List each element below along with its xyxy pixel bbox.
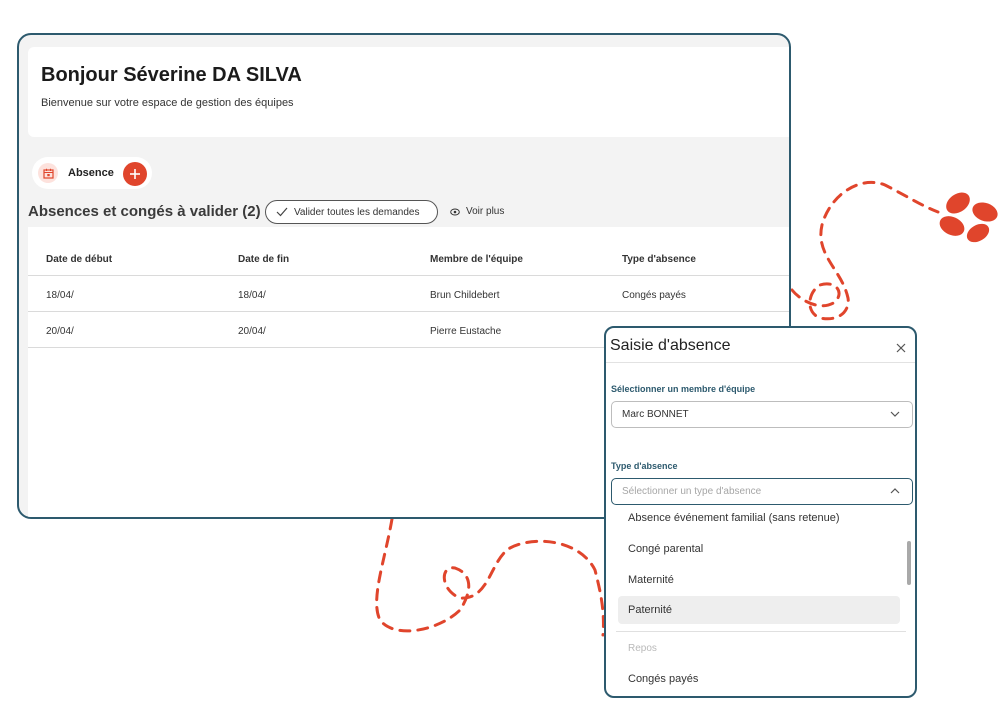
cell-member: Pierre Eustache bbox=[430, 326, 502, 337]
modal-title: Saisie d'absence bbox=[610, 337, 731, 354]
cell-start-date: 20/04/ bbox=[46, 326, 74, 337]
column-header-member: Membre de l'équipe bbox=[430, 254, 523, 265]
calendar-icon bbox=[38, 163, 58, 183]
dropdown-option-highlighted[interactable]: Paternité bbox=[628, 604, 672, 616]
member-select[interactable]: Marc BONNET bbox=[611, 401, 913, 428]
table-divider bbox=[28, 275, 789, 276]
modal-divider bbox=[606, 362, 915, 363]
section-title: Absences et congés à valider (2) bbox=[28, 203, 261, 220]
cell-type: Congés payés bbox=[622, 290, 686, 301]
clover-logo-icon bbox=[939, 192, 998, 243]
dropdown-separator bbox=[616, 631, 906, 632]
dropdown-scrollbar[interactable] bbox=[907, 541, 911, 585]
cell-end-date: 20/04/ bbox=[238, 326, 266, 337]
dropdown-option[interactable]: Congé parental bbox=[628, 543, 703, 555]
member-field-label: Sélectionner un membre d'équipe bbox=[611, 384, 756, 394]
column-header-end-date: Date de fin bbox=[238, 254, 290, 265]
add-absence-button[interactable] bbox=[123, 162, 147, 186]
dropdown-option[interactable]: Absence événement familial (sans retenue… bbox=[628, 512, 840, 524]
eye-icon bbox=[450, 208, 460, 215]
absence-type-select[interactable]: Sélectionner un type d'absence bbox=[611, 478, 913, 505]
type-field-label: Type d'absence bbox=[611, 461, 678, 471]
table-divider bbox=[28, 311, 789, 312]
header-card: Bonjour Séverine DA SILVA Bienvenue sur … bbox=[28, 47, 789, 137]
cell-member: Brun Childebert bbox=[430, 290, 500, 301]
column-header-start-date: Date de début bbox=[46, 254, 113, 265]
page-title: Bonjour Séverine DA SILVA bbox=[41, 64, 302, 86]
see-more-link[interactable]: Voir plus bbox=[450, 206, 504, 217]
member-select-value: Marc BONNET bbox=[622, 409, 689, 420]
absence-chip-label: Absence bbox=[68, 167, 114, 179]
chevron-down-icon bbox=[890, 411, 900, 417]
dropdown-option[interactable]: Congés payés bbox=[628, 673, 698, 685]
chevron-up-icon bbox=[890, 488, 900, 494]
validate-all-label: Valider toutes les demandes bbox=[294, 206, 420, 218]
cell-end-date: 18/04/ bbox=[238, 290, 266, 301]
plus-icon bbox=[130, 169, 140, 179]
close-icon bbox=[896, 343, 906, 353]
absence-entry-modal: Saisie d'absence Sélectionner un membre … bbox=[604, 326, 917, 698]
page-subtitle: Bienvenue sur votre espace de gestion de… bbox=[41, 97, 294, 109]
absence-type-placeholder: Sélectionner un type d'absence bbox=[622, 486, 762, 497]
see-more-label: Voir plus bbox=[466, 206, 505, 217]
column-header-type: Type d'absence bbox=[622, 254, 696, 265]
validate-all-button[interactable]: Valider toutes les demandes bbox=[265, 200, 438, 224]
check-icon bbox=[276, 207, 288, 217]
dropdown-option-disabled: Repos bbox=[628, 643, 657, 654]
close-button[interactable] bbox=[896, 340, 906, 358]
stage: Bonjour Séverine DA SILVA Bienvenue sur … bbox=[0, 0, 1000, 709]
cell-start-date: 18/04/ bbox=[46, 290, 74, 301]
dropdown-option[interactable]: Maternité bbox=[628, 574, 674, 586]
